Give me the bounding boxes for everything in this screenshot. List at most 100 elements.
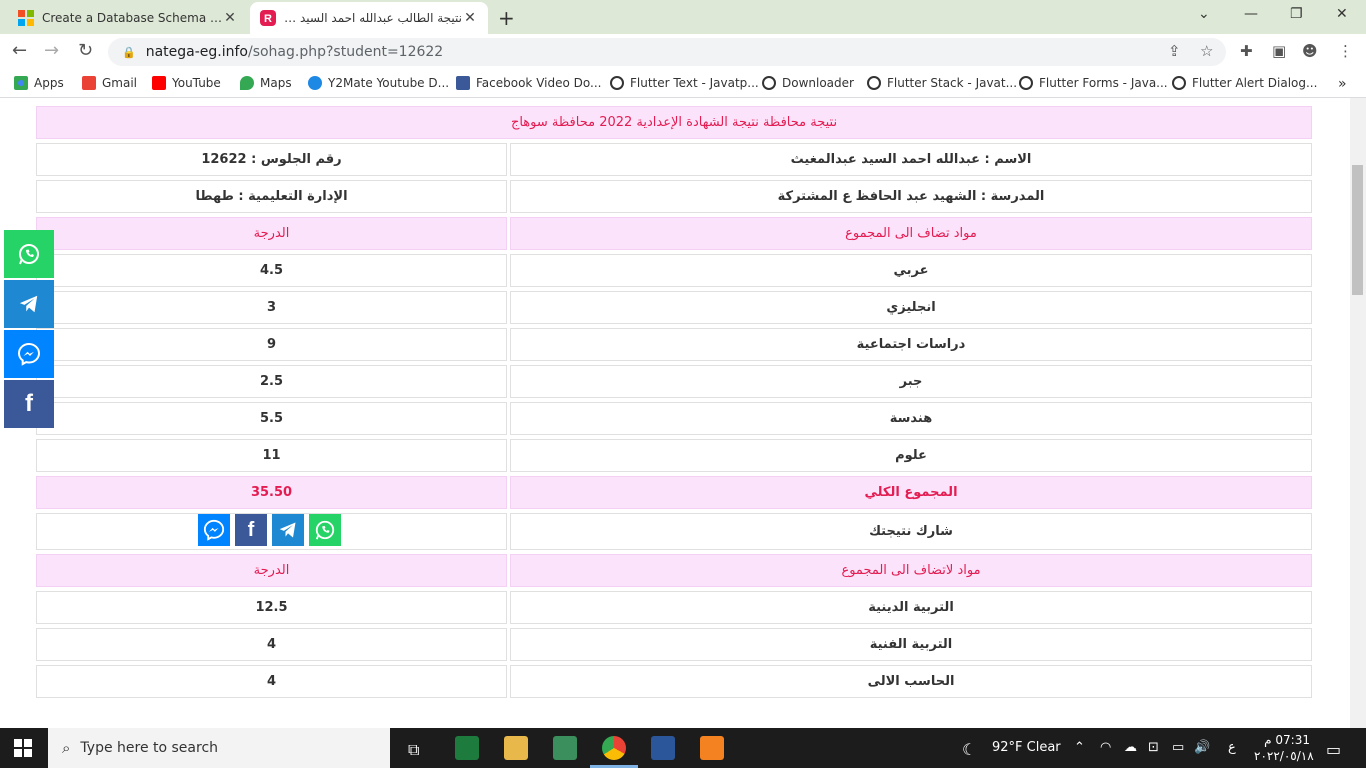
facebook-icon — [456, 76, 470, 90]
subject-name: الحاسب الالى — [510, 665, 1312, 698]
subject-name: التربية الدينية — [510, 591, 1312, 624]
wifi-icon[interactable]: ◠ — [1100, 740, 1111, 755]
clock-time: 07:31 م — [1264, 733, 1310, 747]
tab-strip: Create a Database Schema - SQL ✕ R نتيجة… — [0, 0, 1366, 34]
subject-name: علوم — [510, 439, 1312, 472]
bookmarks-overflow-icon[interactable]: » — [1338, 76, 1347, 92]
share-telegram-button[interactable] — [272, 514, 304, 546]
chrome-app-icon[interactable] — [602, 736, 626, 760]
clock[interactable]: 07:31 م ٢٠٢٢/٠٥/١٨ — [1254, 732, 1314, 764]
browser-toolbar: ← → ↻ 🔒 natega-eg.info/sohag.php?student… — [0, 34, 1366, 70]
bookmark-youtube[interactable]: YouTube — [152, 76, 221, 90]
windows-taskbar: ⌕ Type here to search ⧉ ☾ 92°F Clear ⌃ ◠… — [0, 728, 1366, 768]
tab-search-chevron-icon[interactable]: ⌄ — [1198, 6, 1210, 22]
restore-icon[interactable]: ❐ — [1290, 6, 1303, 22]
share-messenger-button[interactable] — [198, 514, 230, 546]
share-facebook-button[interactable]: f — [235, 514, 267, 546]
telegram-icon — [279, 522, 296, 538]
forward-icon[interactable]: → — [44, 40, 59, 61]
bookmark-apps[interactable]: Apps — [14, 76, 64, 90]
bookmark-label: Apps — [34, 76, 64, 90]
bookmark-flutter-alert[interactable]: Flutter Alert Dialog... — [1172, 76, 1317, 90]
clock-date: ٢٠٢٢/٠٥/١٨ — [1254, 749, 1314, 763]
close-window-icon[interactable]: ✕ — [1336, 6, 1348, 22]
tool-app-icon[interactable] — [553, 736, 577, 760]
telegram-icon — [19, 295, 38, 313]
total-label: المجموع الكلي — [510, 476, 1312, 509]
cloud-icon[interactable]: ☁ — [1124, 740, 1137, 755]
notifications-icon[interactable]: ▭ — [1326, 740, 1341, 759]
facebook-icon: f — [25, 390, 33, 417]
youtube-icon — [152, 76, 166, 90]
minimize-icon[interactable]: — — [1244, 6, 1258, 22]
education-admin: الإدارة التعليمية : طهطا — [36, 180, 507, 213]
bookmark-label: Gmail — [102, 76, 138, 90]
weather-moon-icon[interactable]: ☾ — [962, 740, 976, 759]
task-view-icon[interactable]: ⧉ — [408, 740, 419, 760]
y2mate-icon — [308, 76, 322, 90]
bookmark-star-icon[interactable]: ☆ — [1200, 42, 1213, 60]
float-facebook-button[interactable]: f — [4, 380, 54, 428]
close-tab-icon[interactable]: ✕ — [222, 10, 238, 26]
subject-name: التربية الفنية — [510, 628, 1312, 661]
reload-icon[interactable]: ↻ — [78, 40, 93, 61]
search-placeholder: Type here to search — [80, 740, 219, 756]
bookmark-flutter-text[interactable]: Flutter Text - Javatp... — [610, 76, 759, 90]
bookmarks-bar: Apps Gmail YouTube Maps Y2Mate Youtube D… — [0, 70, 1366, 98]
bookmark-gmail[interactable]: Gmail — [82, 76, 137, 90]
excel-app-icon[interactable] — [455, 736, 479, 760]
float-messenger-button[interactable] — [4, 330, 54, 378]
subject-grade: 5.5 — [36, 402, 507, 435]
bookmark-maps[interactable]: Maps — [240, 76, 292, 90]
language-indicator[interactable]: ع — [1228, 740, 1236, 755]
lock-icon[interactable]: 🔒 — [122, 46, 136, 59]
extensions-icon[interactable]: ✚ — [1240, 42, 1253, 60]
svg-text:R: R — [264, 13, 272, 25]
school-name: المدرسة : الشهيد عبد الحافظ ع المشتركة — [510, 180, 1312, 213]
bookmark-y2mate[interactable]: Y2Mate Youtube D... — [308, 76, 449, 90]
tab-natega-result[interactable]: R نتيجة الطالب عبدالله احمد السيد عبد ✕ — [250, 2, 488, 34]
pdf-app-icon[interactable] — [700, 736, 724, 760]
new-tab-icon[interactable]: + — [498, 6, 515, 30]
sidebar-icon[interactable]: ▣ — [1272, 42, 1286, 60]
network-icon[interactable]: ⊡ — [1148, 740, 1159, 755]
address-bar[interactable]: 🔒 natega-eg.info/sohag.php?student=12622 — [108, 38, 1226, 66]
bookmark-flutter-stack[interactable]: Flutter Stack - Javat... — [867, 76, 1017, 90]
battery-icon[interactable]: ▭ — [1172, 740, 1184, 755]
bookmark-facebook-video[interactable]: Facebook Video Do... — [456, 76, 601, 90]
whatsapp-icon — [19, 244, 39, 265]
profile-avatar-icon[interactable]: ☻ — [1302, 42, 1318, 60]
tab-sql-schema[interactable]: Create a Database Schema - SQL ✕ — [8, 2, 248, 34]
facebook-icon: f — [247, 518, 255, 541]
subject-grade: 9 — [36, 328, 507, 361]
float-telegram-button[interactable] — [4, 280, 54, 328]
bookmark-downloader[interactable]: Downloader — [762, 76, 854, 90]
result-header: نتيجة محافظة نتيجة الشهادة الإعدادية 202… — [36, 106, 1312, 139]
subject-grade: 4.5 — [36, 254, 507, 287]
bookmark-label: Maps — [260, 76, 292, 90]
back-icon[interactable]: ← — [12, 40, 27, 61]
share-whatsapp-button[interactable] — [309, 514, 341, 546]
globe-icon — [867, 76, 881, 90]
menu-kebab-icon[interactable]: ⋮ — [1338, 42, 1353, 60]
subject-name: انجليزي — [510, 291, 1312, 324]
tray-chevron-icon[interactable]: ⌃ — [1074, 740, 1085, 755]
word-app-icon[interactable] — [651, 736, 675, 760]
subject-grade: 2.5 — [36, 365, 507, 398]
student-name: الاسم : عبدالله احمد السيد عبدالمغيث — [510, 143, 1312, 176]
close-tab-icon[interactable]: ✕ — [462, 10, 478, 26]
share-icon[interactable]: ⇪ — [1168, 42, 1181, 60]
url-path: /sohag.php?student=12622 — [247, 44, 444, 60]
taskbar-search-input[interactable]: ⌕ Type here to search — [48, 728, 390, 768]
scrollbar-thumb[interactable] — [1352, 165, 1363, 295]
windows-start-icon[interactable] — [14, 739, 32, 757]
subject-grade: 11 — [36, 439, 507, 472]
subject-grade: 4 — [36, 665, 507, 698]
file-explorer-icon[interactable] — [504, 736, 528, 760]
weather-text[interactable]: 92°F Clear — [992, 740, 1061, 755]
messenger-icon — [17, 342, 41, 366]
tab-title: نتيجة الطالب عبدالله احمد السيد عبد — [284, 11, 462, 25]
bookmark-flutter-forms[interactable]: Flutter Forms - Java... — [1019, 76, 1168, 90]
volume-icon[interactable]: 🔊 — [1194, 740, 1210, 755]
float-whatsapp-button[interactable] — [4, 230, 54, 278]
